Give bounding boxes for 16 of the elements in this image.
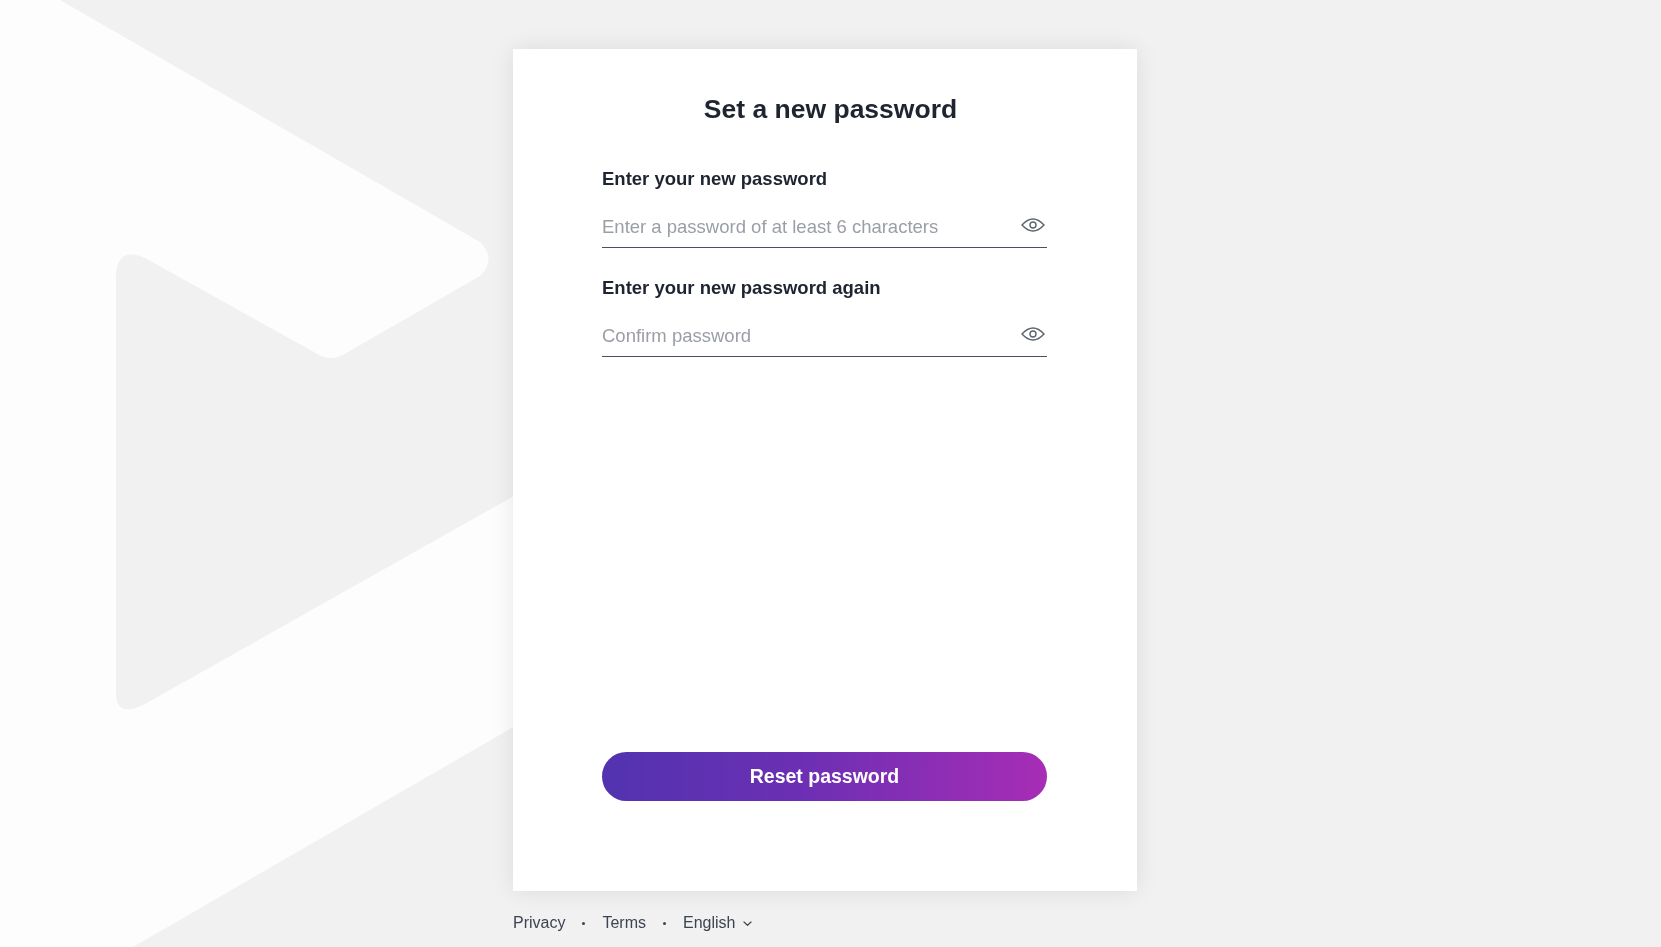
show-password-button[interactable] (1021, 218, 1045, 232)
show-password-button[interactable] (1021, 327, 1045, 341)
eye-icon (1021, 327, 1045, 341)
footer-link[interactable]: Privacy (513, 913, 566, 933)
language-dropdown[interactable]: English (683, 914, 752, 932)
separator-dot-icon (663, 921, 666, 925)
footer-link[interactable]: Terms (602, 913, 646, 933)
field-label: Enter your new password (602, 168, 828, 190)
eye-icon (1021, 218, 1045, 232)
password-field[interactable]: Confirm password (602, 316, 1047, 357)
password-field[interactable]: Enter a password of at least 6 characters (602, 207, 1047, 248)
field-label: Enter your new password again (602, 277, 881, 299)
reset-password-button[interactable]: Reset password (602, 752, 1047, 801)
chevron-down-icon (742, 920, 752, 926)
separator-dot-icon (582, 921, 586, 925)
page-title: Set a new password (703, 93, 958, 125)
